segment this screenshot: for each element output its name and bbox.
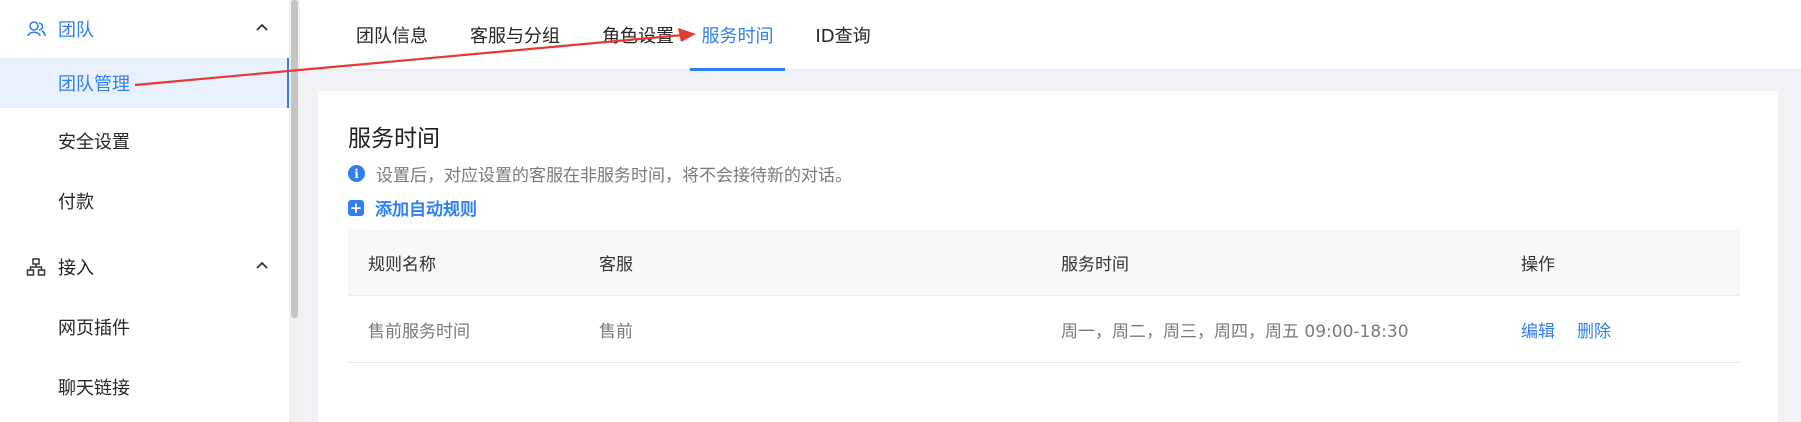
team-icon xyxy=(27,21,46,37)
sidebar-item-chat-link[interactable]: 聊天链接 xyxy=(0,362,289,412)
chevron-up-icon xyxy=(256,23,268,31)
add-rule-label: 添加自动规则 xyxy=(375,200,477,220)
sidebar-item-security[interactable]: 安全设置 xyxy=(0,116,289,166)
sidebar-item-label: 付款 xyxy=(58,192,94,213)
header-agent: 客服 xyxy=(599,254,633,275)
sidebar: 团队 团队管理 安全设置 付款 接入 网页插件 聊天链接 xyxy=(0,0,292,422)
header-rule-name: 规则名称 xyxy=(368,254,436,275)
plus-icon: + xyxy=(348,198,364,217)
header-service-time: 服务时间 xyxy=(1061,254,1129,275)
sidebar-item-payment[interactable]: 付款 xyxy=(0,176,289,226)
info-icon: i xyxy=(348,165,365,182)
chevron-up-icon xyxy=(256,261,268,269)
service-time-card: 服务时间 i 设置后，对应设置的客服在非服务时间，将不会接待新的对话。 + 添加… xyxy=(318,91,1778,422)
sidebar-item-web-plugin[interactable]: 网页插件 xyxy=(0,302,289,352)
notice-text: 设置后，对应设置的客服在非服务时间，将不会接待新的对话。 xyxy=(376,166,852,186)
table-row: 售前服务时间 售前 周一，周二，周三，周四，周五 09:00-18:30 编辑 … xyxy=(348,296,1740,363)
tab-agents-groups[interactable]: 客服与分组 xyxy=(453,0,577,70)
tab-role-settings[interactable]: 角色设置 xyxy=(586,0,690,70)
tab-bar: 团队信息 客服与分组 角色设置 服务时间 ID查询 xyxy=(300,0,1801,71)
network-icon xyxy=(26,258,46,276)
sidebar-item-label: 聊天链接 xyxy=(58,378,130,399)
tab-label: 角色设置 xyxy=(602,26,674,47)
rules-table: 规则名称 客服 服务时间 操作 售前服务时间 售前 周一，周二，周三，周四，周五… xyxy=(348,229,1740,363)
cell-actions: 编辑 删除 xyxy=(1521,296,1633,362)
page-title: 服务时间 xyxy=(348,126,440,152)
sidebar-item-team-management[interactable]: 团队管理 xyxy=(0,58,289,108)
table-header: 规则名称 客服 服务时间 操作 xyxy=(348,229,1740,296)
tab-service-time[interactable]: 服务时间 xyxy=(690,0,785,71)
tab-label: 服务时间 xyxy=(701,26,774,47)
sidebar-item-label: 网页插件 xyxy=(58,318,130,339)
edit-button[interactable]: 编辑 xyxy=(1521,317,1555,342)
sidebar-item-label: 安全设置 xyxy=(58,132,130,153)
delete-button[interactable]: 删除 xyxy=(1577,317,1611,342)
tab-label: 团队信息 xyxy=(356,26,428,47)
cell-agent: 售前 xyxy=(599,321,633,342)
sidebar-group-label: 接入 xyxy=(58,258,94,279)
header-actions: 操作 xyxy=(1521,254,1555,275)
sidebar-item-label: 团队管理 xyxy=(58,74,130,95)
tab-id-lookup[interactable]: ID查询 xyxy=(803,0,883,70)
tab-label: 客服与分组 xyxy=(470,26,560,47)
sidebar-group-label: 团队 xyxy=(58,20,94,41)
add-rule-button[interactable]: + 添加自动规则 xyxy=(348,195,477,220)
cell-rule-name: 售前服务时间 xyxy=(368,321,470,342)
notice: i 设置后，对应设置的客服在非服务时间，将不会接待新的对话。 xyxy=(348,161,852,186)
sidebar-group-access[interactable]: 接入 xyxy=(0,238,289,296)
cell-service-time: 周一，周二，周三，周四，周五 09:00-18:30 xyxy=(1061,321,1409,342)
tab-label: ID查询 xyxy=(815,26,871,47)
sidebar-scrollbar[interactable] xyxy=(291,0,298,318)
sidebar-group-team[interactable]: 团队 xyxy=(0,0,289,58)
tab-team-info[interactable]: 团队信息 xyxy=(340,0,444,70)
